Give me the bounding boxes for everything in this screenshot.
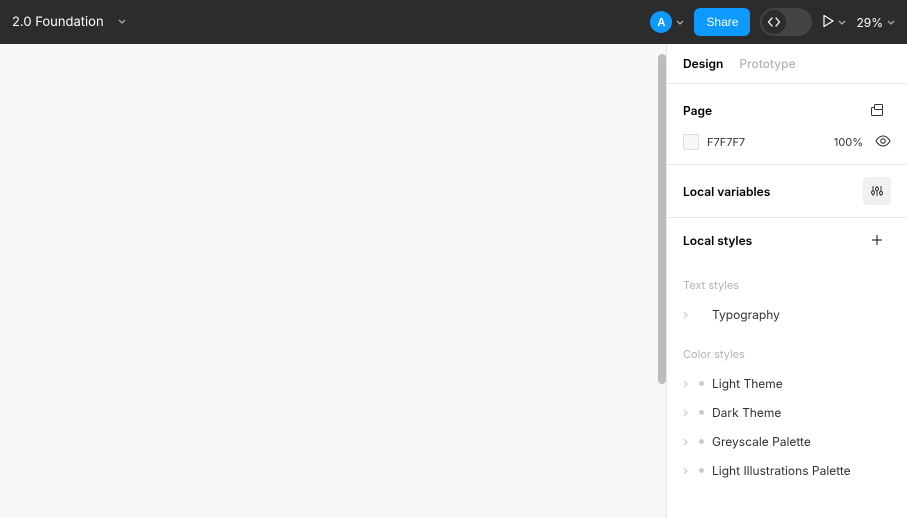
chevron-right-icon (683, 308, 689, 322)
style-name: Dark Theme (712, 405, 781, 420)
file-name[interactable]: 2.0 Foundation (12, 14, 104, 30)
zoom-menu[interactable]: 29% (856, 15, 895, 30)
page-background-row[interactable]: F7F7F7 100% (667, 126, 907, 164)
avatar: A (650, 11, 672, 33)
style-dot-icon (699, 410, 704, 415)
text-styles-label: Text styles (683, 260, 891, 300)
style-name: Light Theme (712, 376, 783, 391)
avatar-menu[interactable]: A (650, 11, 684, 33)
color-styles-label: Color styles (683, 329, 891, 369)
canvas[interactable] (0, 44, 666, 518)
main-area: Design Prototype Page F7F7F7 1 (0, 44, 907, 518)
style-name: Greyscale Palette (712, 434, 811, 449)
color-swatch[interactable] (683, 134, 699, 150)
style-item-dark-theme[interactable]: Dark Theme (683, 398, 891, 427)
present-button[interactable] (822, 14, 846, 31)
zoom-value: 29% (856, 15, 883, 30)
code-icon (762, 10, 786, 34)
frame-orientation-icon[interactable] (863, 96, 891, 124)
chevron-down-icon (676, 15, 684, 29)
variables-settings-icon[interactable] (863, 177, 891, 205)
style-dot-icon (699, 439, 704, 444)
chevron-right-icon (683, 406, 689, 420)
chevron-right-icon (683, 377, 689, 391)
page-bg-opacity[interactable]: 100% (834, 135, 863, 149)
page-background-color: F7F7F7 (683, 134, 745, 150)
style-item-greyscale[interactable]: Greyscale Palette (683, 427, 891, 456)
local-styles-section: Local styles Text styles Typography Colo… (667, 218, 907, 485)
style-name: Light Illustrations Palette (712, 463, 851, 478)
local-variables-title: Local variables (683, 184, 770, 199)
dev-mode-toggle[interactable] (760, 8, 812, 36)
local-variables-row[interactable]: Local variables (667, 165, 907, 218)
chevron-right-icon (683, 435, 689, 449)
tab-prototype[interactable]: Prototype (739, 56, 795, 71)
style-dot-icon (699, 381, 704, 386)
share-button[interactable]: Share (694, 8, 750, 36)
tab-design[interactable]: Design (683, 56, 723, 71)
style-name: Typography (712, 307, 780, 322)
style-item-typography[interactable]: Typography (683, 300, 891, 329)
header-left: 2.0 Foundation (12, 14, 126, 30)
right-panel: Design Prototype Page F7F7F7 1 (666, 44, 907, 518)
canvas-scrollbar[interactable] (658, 54, 666, 384)
style-item-light-illustrations[interactable]: Light Illustrations Palette (683, 456, 891, 485)
page-section: Page F7F7F7 100% (667, 84, 907, 165)
chevron-down-icon (838, 15, 846, 29)
local-styles-title: Local styles (683, 233, 752, 248)
visibility-icon[interactable] (875, 135, 891, 150)
page-bg-hex[interactable]: F7F7F7 (707, 135, 745, 149)
top-header: 2.0 Foundation A Share (0, 0, 907, 44)
chevron-down-icon (887, 15, 895, 29)
chevron-down-icon[interactable] (118, 19, 126, 25)
panel-tabs: Design Prototype (667, 44, 907, 84)
add-style-button[interactable] (863, 226, 891, 254)
header-right: A Share 29% (650, 8, 895, 36)
page-title: Page (683, 103, 712, 118)
style-dot-icon (699, 468, 704, 473)
style-item-light-theme[interactable]: Light Theme (683, 369, 891, 398)
play-icon (822, 14, 834, 31)
chevron-right-icon (683, 464, 689, 478)
